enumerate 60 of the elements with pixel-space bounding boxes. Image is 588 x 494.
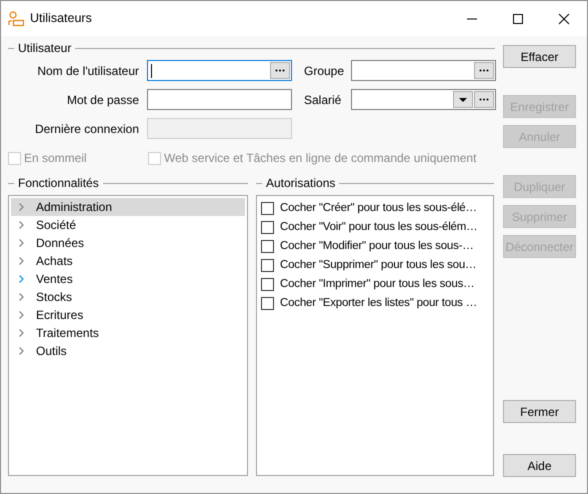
tree-item[interactable]: Société xyxy=(11,216,245,234)
browse-button[interactable] xyxy=(270,62,290,79)
checkbox[interactable] xyxy=(261,202,274,215)
group-title: Fonctionnalités xyxy=(17,175,100,192)
dialog-button[interactable]: Aide xyxy=(503,454,576,477)
field-label: Nom de l'utilisateur xyxy=(36,62,139,80)
maximize-icon[interactable] xyxy=(512,12,524,24)
field-label: Dernière connexion xyxy=(34,120,139,138)
checkbox[interactable] xyxy=(261,240,274,253)
tree-item[interactable]: Stocks xyxy=(11,288,245,306)
tree-item[interactable]: Outils xyxy=(11,342,245,360)
input-field[interactable] xyxy=(147,89,292,110)
input-field[interactable] xyxy=(351,89,496,110)
close-icon[interactable] xyxy=(558,12,570,24)
checkbox-label: Cocher "Supprimer" pour tous les sou… xyxy=(280,258,476,273)
chevron-icon xyxy=(19,257,24,265)
text-cursor xyxy=(151,64,152,78)
chevron-icon xyxy=(19,311,24,319)
dialog-button[interactable]: Effacer xyxy=(503,45,576,68)
field-label: Salarié xyxy=(304,92,342,108)
checkbox-label: Cocher "Voir" pour tous les sous-élém… xyxy=(280,220,478,235)
tree-item[interactable]: Données xyxy=(11,234,245,252)
tree-item[interactable]: Achats xyxy=(11,252,245,270)
chevron-icon xyxy=(19,221,24,229)
user-icon xyxy=(8,10,24,26)
checkbox[interactable] xyxy=(261,278,274,291)
checkbox[interactable] xyxy=(261,221,274,234)
dialog-button[interactable]: Fermer xyxy=(503,400,576,423)
caret-icon xyxy=(459,98,467,102)
field-label: Mot de passe xyxy=(66,92,139,108)
chevron-icon xyxy=(19,293,24,301)
chevron-icon xyxy=(19,347,24,355)
browse-button[interactable] xyxy=(474,91,494,108)
tree-item[interactable]: Ventes xyxy=(11,270,245,288)
group-title: Utilisateur xyxy=(17,40,72,57)
dropdown-button[interactable] xyxy=(453,91,473,108)
input-field[interactable] xyxy=(147,60,292,81)
checkbox-label: Cocher "Modifier" pour tous les sous-… xyxy=(280,238,474,254)
window-title: Utilisateurs xyxy=(30,10,92,28)
tree-item[interactable]: Administration xyxy=(11,198,245,216)
checkbox[interactable] xyxy=(261,297,274,310)
input-field[interactable] xyxy=(351,60,496,81)
group-title: Autorisations xyxy=(265,175,336,192)
chevron-icon xyxy=(19,203,24,211)
checkbox-label: Cocher "Imprimer" pour tous les sous… xyxy=(280,276,474,292)
browse-button[interactable] xyxy=(474,62,494,79)
checkbox-label: Cocher "Exporter les listes" pour tous … xyxy=(280,296,478,311)
chevron-icon xyxy=(19,275,24,283)
checkbox-label: En sommeil xyxy=(24,150,87,167)
ellipsis-icon xyxy=(479,98,489,101)
tree-item[interactable]: Traitements xyxy=(11,324,245,342)
ellipsis-icon xyxy=(275,69,285,72)
tree-item[interactable]: Ecritures xyxy=(11,306,245,324)
checkbox[interactable] xyxy=(261,259,274,272)
field-label: Groupe xyxy=(304,62,345,80)
checkbox-label: Web service et Tâches en ligne de commande uniquement xyxy=(164,150,476,167)
chevron-icon xyxy=(19,239,24,247)
chevron-icon xyxy=(19,329,24,337)
checkbox-label: Cocher "Créer" pour tous les sous-élé… xyxy=(280,200,477,216)
ellipsis-icon xyxy=(479,69,489,72)
